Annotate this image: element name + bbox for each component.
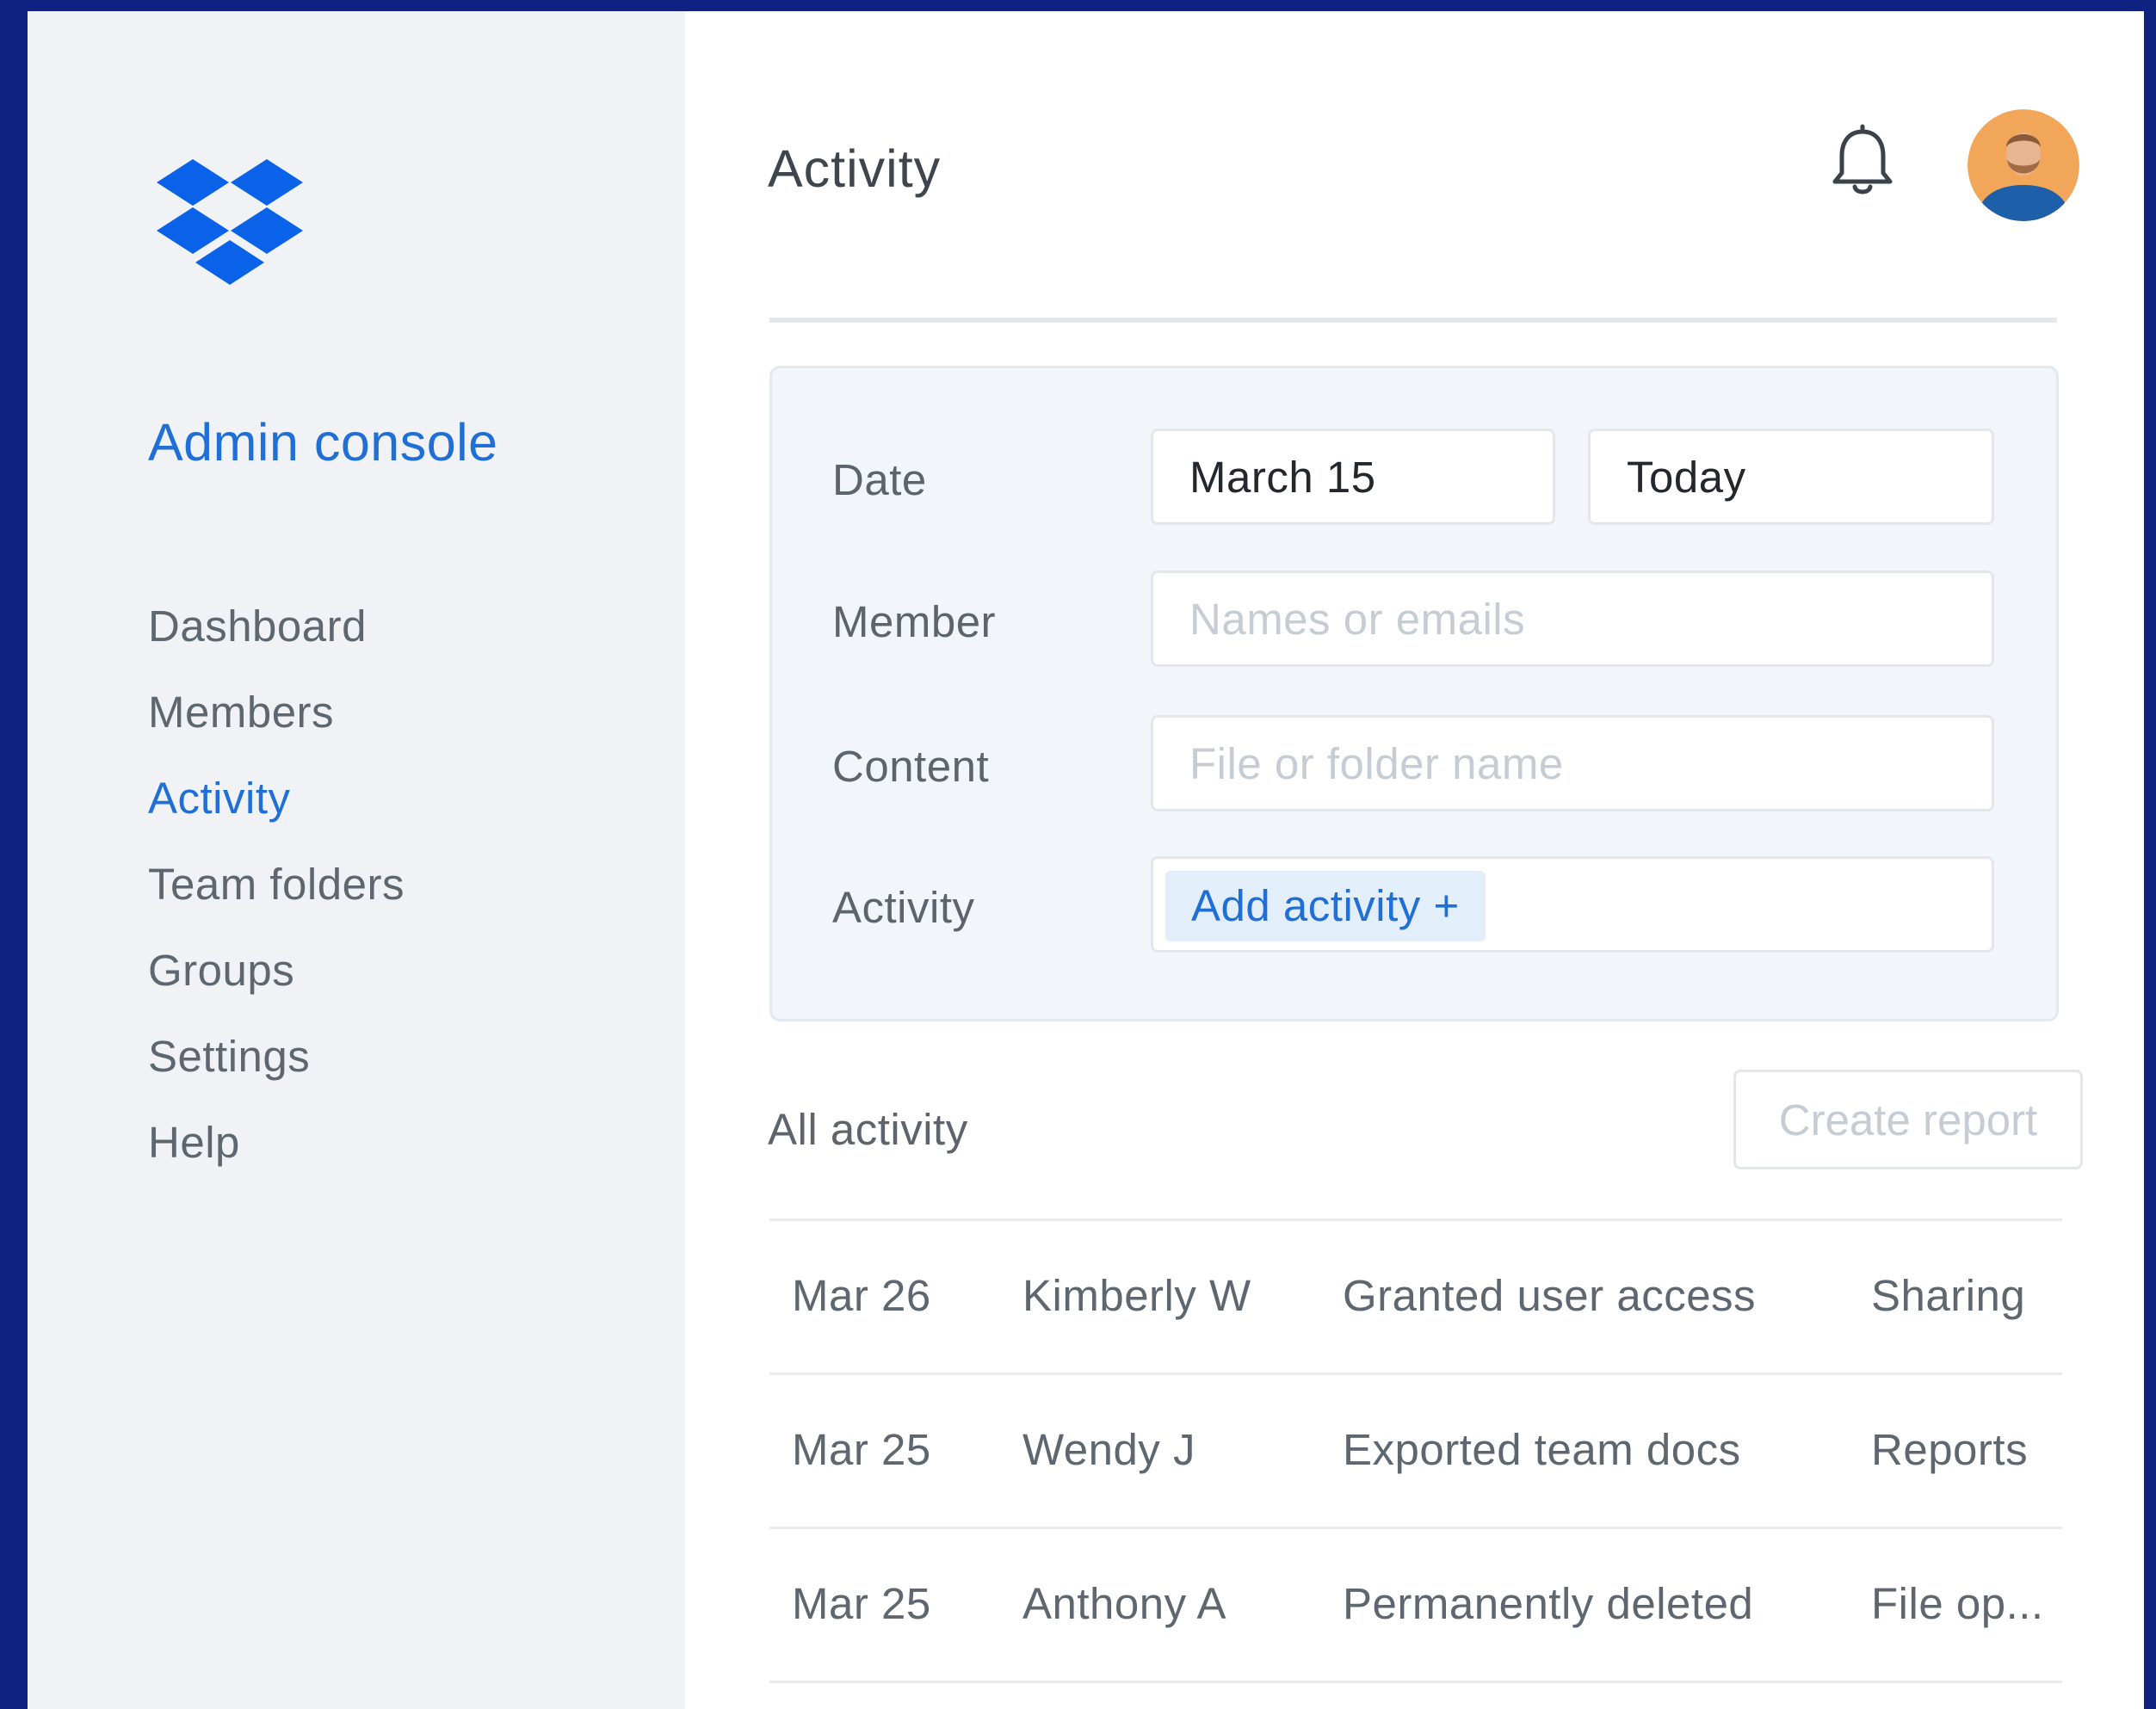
sidebar-item-dashboard[interactable]: Dashboard [148, 600, 405, 686]
row-date: Mar 25 [792, 1579, 931, 1628]
row-category: File op... [1871, 1579, 2044, 1628]
sidebar-item-help[interactable]: Help [148, 1116, 405, 1202]
filter-row-member: Member [772, 571, 2056, 667]
table-row[interactable]: Mar 25 Anthony A Permanently deleted Fil… [769, 1528, 2062, 1680]
filter-row-date: Date [772, 429, 2056, 525]
row-member: Anthony A [1022, 1579, 1227, 1628]
sidebar-item-activity[interactable]: Activity [148, 772, 405, 858]
sidebar-item-team-folders[interactable]: Team folders [148, 858, 405, 944]
table-row[interactable]: Mar 25 Wendy J Exported team docs Report… [769, 1374, 2062, 1526]
app-window: Admin console Dashboard Members Activity… [28, 11, 2144, 1709]
main-content: Activity Date Member [685, 11, 2144, 1709]
content-label: Content [832, 742, 990, 791]
row-action: Exported team docs [1343, 1425, 1741, 1474]
user-avatar-icon[interactable] [1968, 109, 2079, 221]
dropbox-logo-icon[interactable] [157, 159, 303, 287]
sidebar-item-groups[interactable]: Groups [148, 944, 405, 1030]
bell-icon[interactable] [1830, 123, 1895, 201]
header-divider [769, 318, 2057, 323]
member-label: Member [832, 597, 997, 646]
activity-label: Activity [832, 883, 975, 932]
filter-row-activity: Activity Add activity + [772, 856, 2056, 953]
activity-field[interactable]: Add activity + [1151, 856, 1994, 953]
row-category: Reports [1871, 1425, 2029, 1474]
filter-panel: Date Member Content Activity Add activit… [769, 366, 2059, 1021]
sidebar-nav: Dashboard Members Activity Team folders … [148, 600, 405, 1202]
row-date: Mar 25 [792, 1425, 931, 1474]
table-row[interactable]: Mar 26 Kimberly W Granted user access Sh… [769, 1220, 2062, 1372]
row-date: Mar 26 [792, 1271, 931, 1320]
member-input[interactable] [1151, 571, 1994, 667]
create-report-button[interactable]: Create report [1733, 1070, 2083, 1169]
page-title: Activity [768, 139, 942, 198]
console-title: Admin console [148, 413, 498, 472]
add-activity-button[interactable]: Add activity + [1165, 871, 1486, 941]
date-to-input[interactable] [1588, 429, 1994, 525]
row-member: Kimberly W [1022, 1271, 1251, 1320]
date-from-input[interactable] [1151, 429, 1555, 525]
content-input[interactable] [1151, 715, 1994, 811]
sidebar-item-settings[interactable]: Settings [148, 1030, 405, 1116]
date-label: Date [832, 455, 927, 504]
row-member: Wendy J [1022, 1425, 1195, 1474]
row-action: Permanently deleted [1343, 1579, 1754, 1628]
row-category: Sharing [1871, 1271, 2026, 1320]
sidebar: Admin console Dashboard Members Activity… [28, 11, 685, 1709]
all-activity-title: All activity [768, 1105, 968, 1154]
sidebar-item-members[interactable]: Members [148, 686, 405, 772]
filter-row-content: Content [772, 715, 2056, 811]
list-divider [769, 1681, 2062, 1683]
row-action: Granted user access [1343, 1271, 1757, 1320]
